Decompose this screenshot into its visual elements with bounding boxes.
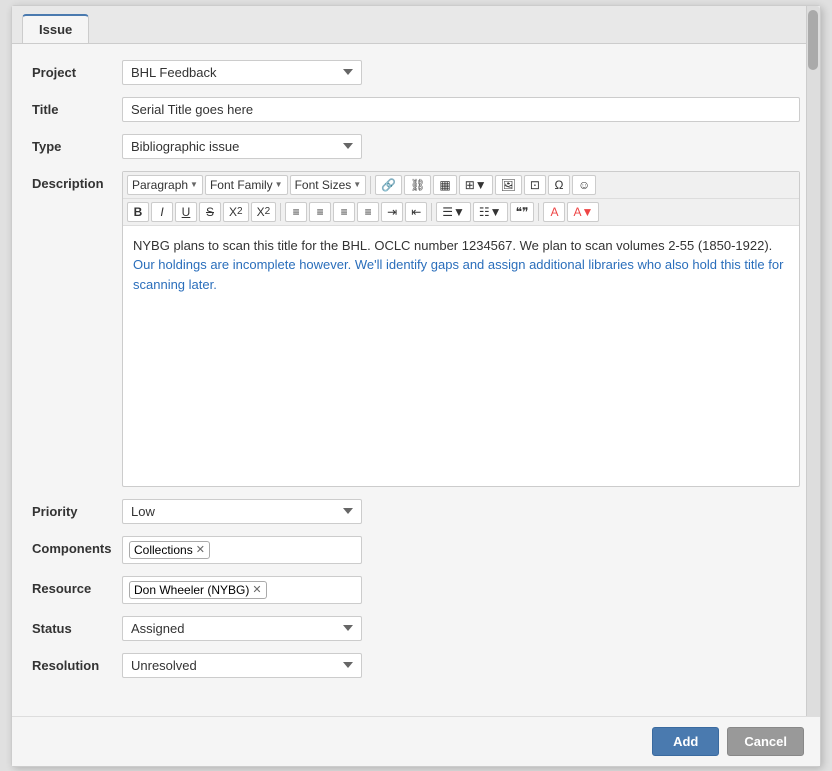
priority-control: Low Medium High (122, 499, 800, 524)
superscript-btn[interactable]: X2 (251, 202, 277, 222)
tab-bar: Issue (12, 6, 820, 44)
remove-collections-tag[interactable]: ✕ (196, 543, 205, 556)
bold-btn[interactable]: B (127, 202, 149, 222)
description-label: Description (32, 171, 122, 191)
toolbar-row-2: B I U S X2 X2 ≡ ≡ ≡ ≡ ⇥ ⇤ ☰▼ (123, 199, 799, 226)
sep3 (431, 203, 432, 221)
underline-btn[interactable]: U (175, 202, 197, 222)
resolution-select[interactable]: Unresolved Resolved (122, 653, 362, 678)
toolbar-row-1: Paragraph ▼ Font Family ▼ Font Sizes ▼ � (123, 172, 799, 199)
collections-tag: Collections ✕ (129, 541, 210, 559)
project-label: Project (32, 60, 122, 80)
title-row: Title (32, 97, 800, 122)
text-color-btn[interactable]: A (543, 202, 565, 222)
special-char-btn[interactable]: Ω (548, 175, 570, 195)
tab-issue[interactable]: Issue (22, 14, 89, 43)
sep1 (370, 176, 371, 194)
outdent-btn[interactable]: ⇤ (405, 202, 427, 222)
type-label: Type (32, 134, 122, 154)
type-control: Bibliographic issue (122, 134, 800, 159)
strikethrough-btn[interactable]: S (199, 202, 221, 222)
status-control: Assigned Open Closed (122, 616, 800, 641)
sep4 (538, 203, 539, 221)
description-editor-wrapper: Paragraph ▼ Font Family ▼ Font Sizes ▼ � (122, 171, 800, 487)
resolution-control: Unresolved Resolved (122, 653, 800, 678)
resource-tag-input[interactable]: Don Wheeler (NYBG) ✕ (122, 576, 362, 604)
resource-row: Resource Don Wheeler (NYBG) ✕ (32, 576, 800, 604)
indent-btn[interactable]: ⇥ (381, 202, 403, 222)
scrollbar-track[interactable] (806, 6, 820, 766)
rich-text-editor: Paragraph ▼ Font Family ▼ Font Sizes ▼ � (122, 171, 800, 487)
subscript-btn[interactable]: X2 (223, 202, 249, 222)
components-row: Components Collections ✕ (32, 536, 800, 564)
highlight-color-btn[interactable]: A▼ (567, 202, 599, 222)
paragraph-dropdown[interactable]: Paragraph ▼ (127, 175, 203, 195)
components-control: Collections ✕ (122, 536, 800, 564)
table-options-btn[interactable]: ⊞▼ (459, 175, 493, 195)
align-center-btn[interactable]: ≡ (309, 202, 331, 222)
image-btn[interactable]: 🖼 (495, 175, 522, 195)
font-family-dropdown[interactable]: Font Family ▼ (205, 175, 288, 195)
priority-select[interactable]: Low Medium High (122, 499, 362, 524)
remove-resource-tag[interactable]: ✕ (252, 583, 261, 596)
font-family-arrow: ▼ (275, 180, 283, 189)
priority-row: Priority Low Medium High (32, 499, 800, 524)
link-btn[interactable]: 🔗 (375, 175, 402, 195)
editor-content[interactable]: NYBG plans to scan this title for the BH… (123, 226, 799, 486)
title-input[interactable] (122, 97, 800, 122)
components-tag-input[interactable]: Collections ✕ (122, 536, 362, 564)
project-row: Project BHL Feedback (32, 60, 800, 85)
status-select[interactable]: Assigned Open Closed (122, 616, 362, 641)
type-row: Type Bibliographic issue (32, 134, 800, 159)
resource-control: Don Wheeler (NYBG) ✕ (122, 576, 800, 604)
blockquote-btn[interactable]: ❝❞ (510, 202, 535, 222)
scrollbar-thumb[interactable] (808, 10, 818, 70)
align-justify-btn[interactable]: ≡ (357, 202, 379, 222)
resolution-row: Resolution Unresolved Resolved (32, 653, 800, 678)
add-button[interactable]: Add (652, 727, 719, 756)
resource-tag: Don Wheeler (NYBG) ✕ (129, 581, 267, 599)
form-area: Project BHL Feedback Title Type Bibliogr… (12, 44, 820, 766)
status-row: Status Assigned Open Closed (32, 616, 800, 641)
title-control (122, 97, 800, 122)
unlink-btn[interactable]: ⛓ (404, 175, 431, 195)
description-row: Description Paragraph ▼ Font Family ▼ (32, 171, 800, 487)
italic-btn[interactable]: I (151, 202, 173, 222)
cancel-button[interactable]: Cancel (727, 727, 804, 756)
title-label: Title (32, 97, 122, 117)
font-sizes-arrow: ▼ (353, 180, 361, 189)
font-sizes-dropdown[interactable]: Font Sizes ▼ (290, 175, 367, 195)
priority-label: Priority (32, 499, 122, 519)
resolution-label: Resolution (32, 653, 122, 673)
type-select[interactable]: Bibliographic issue (122, 134, 362, 159)
paragraph-arrow: ▼ (190, 180, 198, 189)
align-left-btn[interactable]: ≡ (285, 202, 307, 222)
embed-btn[interactable]: ⊡ (524, 175, 546, 195)
project-control: BHL Feedback (122, 60, 800, 85)
project-select[interactable]: BHL Feedback (122, 60, 362, 85)
ordered-list-btn[interactable]: ☷▼ (473, 202, 508, 222)
issue-dialog: Issue Project BHL Feedback Title Type (11, 5, 821, 767)
dialog-footer: Add Cancel (12, 716, 820, 766)
status-label: Status (32, 616, 122, 636)
unordered-list-btn[interactable]: ☰▼ (436, 202, 471, 222)
resource-label: Resource (32, 576, 122, 596)
table-btn[interactable]: ▦ (433, 175, 456, 195)
components-label: Components (32, 536, 122, 556)
emoji-btn[interactable]: ☺ (572, 175, 596, 195)
sep2 (280, 203, 281, 221)
align-right-btn[interactable]: ≡ (333, 202, 355, 222)
